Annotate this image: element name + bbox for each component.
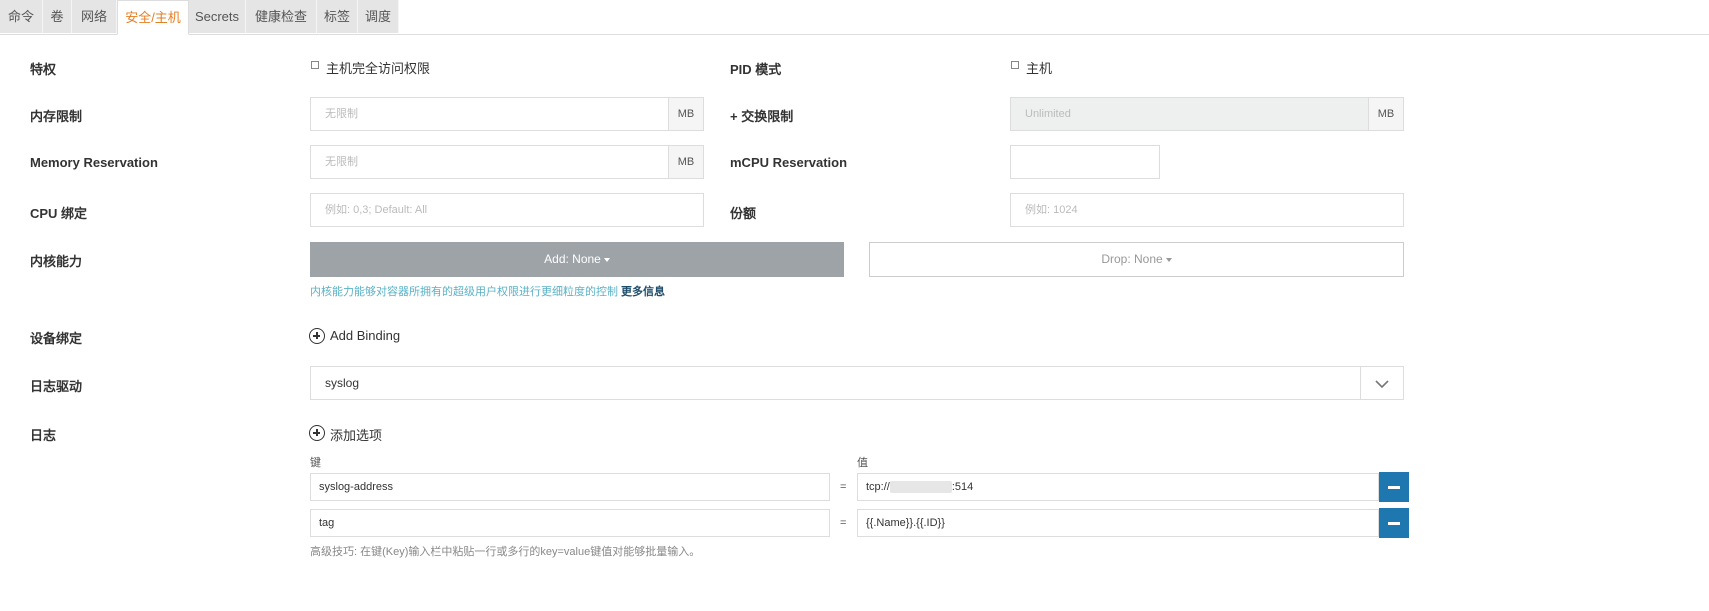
log-option-value-input[interactable]: tcp:// :514 (857, 473, 1379, 501)
tab-labels[interactable]: 标签 (317, 0, 358, 33)
pid-mode-label: PID 模式 (730, 62, 782, 77)
tab-secrets[interactable]: Secrets (189, 0, 246, 33)
bulk-input-tip: 高级技巧: 在键(Key)输入栏中粘贴一行或多行的key=value键值对能够批… (310, 546, 701, 558)
equals-sign: = (840, 481, 847, 493)
log-option-key-input[interactable]: syslog-address (310, 473, 830, 501)
privileged-checkbox[interactable] (311, 61, 319, 69)
memory-limit-input[interactable]: 无限制 (310, 97, 669, 131)
add-log-option-button[interactable]: 添加选项 (309, 424, 399, 443)
mcpu-reservation-label: mCPU Reservation (730, 155, 848, 170)
log-option-value-input[interactable]: {{.Name}}.{{.ID}} (857, 509, 1379, 537)
memory-unit: MB (668, 97, 704, 131)
caret-down-icon (603, 257, 610, 262)
pid-host-checkbox[interactable] (1011, 61, 1019, 69)
remove-log-option-button[interactable] (1379, 472, 1409, 502)
add-log-option-label: 添加选项 (330, 428, 383, 443)
capabilities-hint: 内核能力能够对容器所拥有的超级用户权限进行更细粒度的控制 (310, 286, 618, 298)
swap-unit: MB (1368, 97, 1404, 131)
remove-log-option-button[interactable] (1379, 508, 1409, 538)
chevron-down-icon (1375, 380, 1389, 389)
equals-sign: = (840, 517, 847, 529)
capabilities-more-info-link[interactable]: 更多信息 (621, 283, 665, 299)
cap-drop-label: Drop: None (1101, 252, 1163, 266)
log-driver-toggle[interactable] (1360, 366, 1404, 400)
memory-limit-label: 内存限制 (30, 109, 83, 124)
plus-circle-icon (309, 425, 325, 441)
log-option-key-input[interactable]: tag (310, 509, 830, 537)
add-binding-button[interactable]: Add Binding (309, 327, 409, 345)
cpu-shares-input[interactable]: 例如: 1024 (1010, 193, 1404, 227)
add-binding-label: Add Binding (330, 328, 401, 343)
log-options-label: 日志 (30, 428, 57, 443)
tab-bar: 命令 卷 网络 安全/主机 Secrets 健康检查 标签 调度 (0, 0, 1709, 35)
cpu-pinning-input[interactable]: 例如: 0,3; Default: All (310, 193, 704, 227)
swap-limit-input: Unlimited (1010, 97, 1369, 131)
log-option-value-prefix: tcp:// (866, 481, 890, 493)
tab-scheduling[interactable]: 调度 (358, 0, 399, 33)
memory-reservation-unit: MB (668, 145, 704, 179)
plus-circle-icon (309, 328, 325, 344)
cap-add-label: Add: None (544, 252, 601, 266)
value-column-header: 值 (857, 457, 868, 469)
tab-health-check[interactable]: 健康检查 (246, 0, 317, 33)
tab-volumes[interactable]: 卷 (43, 0, 72, 33)
memory-reservation-input[interactable]: 无限制 (310, 145, 669, 179)
cpu-shares-label: 份额 (730, 206, 757, 221)
tab-network[interactable]: 网络 (72, 0, 117, 33)
log-driver-select[interactable]: syslog (310, 366, 1361, 400)
swap-limit-label: + 交换限制 (730, 109, 794, 124)
privileged-label: 特权 (30, 62, 57, 77)
cap-add-dropdown[interactable]: Add: None (310, 242, 844, 277)
tab-command[interactable]: 命令 (0, 0, 43, 33)
caret-down-icon (1165, 257, 1172, 262)
pid-host-label: 主机 (1026, 61, 1053, 76)
memory-reservation-label: Memory Reservation (30, 155, 158, 170)
mcpu-reservation-input[interactable] (1010, 145, 1160, 179)
redacted-host (889, 481, 952, 494)
capabilities-label: 内核能力 (30, 254, 83, 269)
privileged-option-label: 主机完全访问权限 (326, 61, 431, 76)
tab-security-host[interactable]: 安全/主机 (117, 0, 189, 35)
log-option-value-suffix: :514 (951, 481, 974, 493)
device-binding-label: 设备绑定 (30, 331, 83, 346)
key-column-header: 键 (310, 457, 321, 469)
cpu-pinning-label: CPU 绑定 (30, 206, 88, 221)
log-driver-label: 日志驱动 (30, 379, 83, 394)
cap-drop-dropdown[interactable]: Drop: None (869, 242, 1404, 277)
